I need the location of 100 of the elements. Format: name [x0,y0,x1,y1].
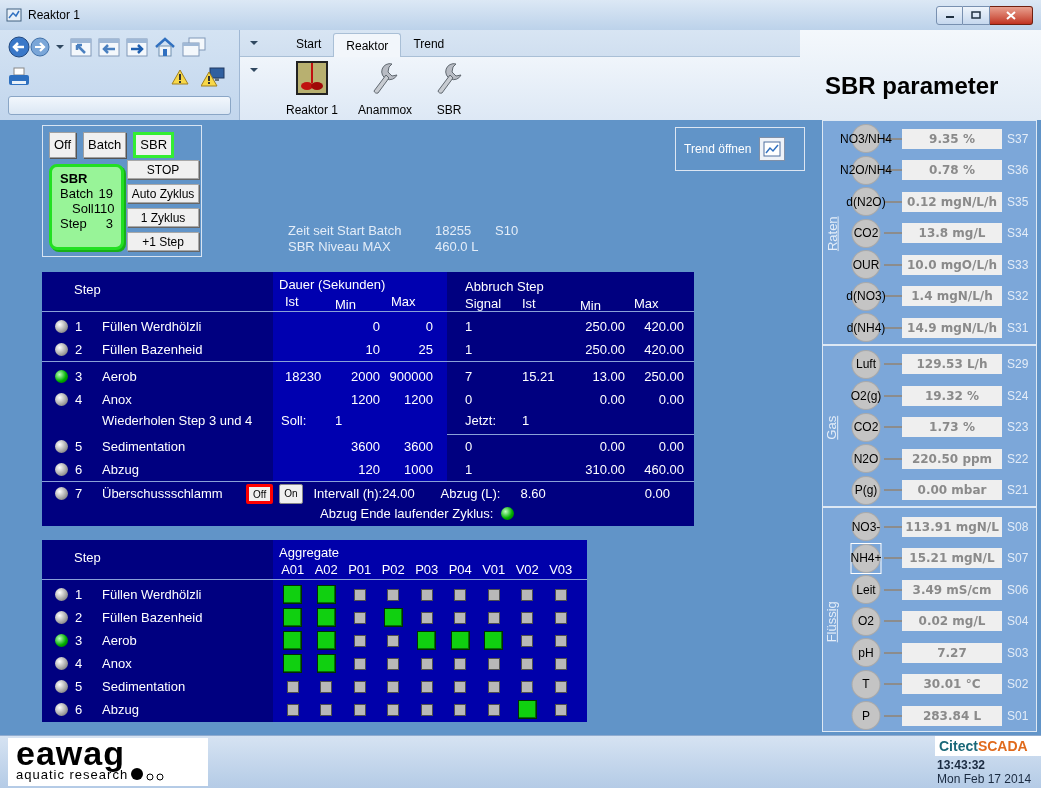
mode-button[interactable]: SBR [133,132,175,158]
home-icon[interactable] [154,37,176,57]
page-back-icon[interactable] [98,37,120,57]
sensor-tag: S33 [1007,255,1029,274]
page-forward-icon[interactable] [126,37,148,57]
mode-button[interactable]: Batch [83,132,127,158]
ribbon-button[interactable]: Anammox [354,61,417,119]
mode-button[interactable]: Off [49,132,77,158]
ribbon-tab[interactable]: Trend [401,32,457,56]
table-cell: 250.00 [585,341,625,357]
column-header: V03 [549,561,573,578]
caret-icon[interactable] [250,40,258,46]
sensor-button[interactable]: NH4+ [850,542,882,574]
sensor-button[interactable]: OUR [850,249,882,281]
sensor-tag: S07 [1007,549,1029,568]
caret-icon[interactable] [250,67,258,73]
step-name: Aerob [102,368,137,384]
step-name: Füllen Werdhölzli [102,318,202,334]
sensor-tag: S06 [1007,580,1029,599]
ribbon-button[interactable]: Reaktor 1 [282,61,343,119]
sensor-button[interactable]: pH [850,637,882,669]
note-text: Abzug Ende laufender Zyklus: [320,504,494,523]
sensor-value: 13.8 mg/L [902,223,1002,244]
warning-icon[interactable] [171,69,189,85]
step-name: Sedimentation [102,438,186,454]
sensor-button[interactable]: CO2 [850,217,882,249]
ribbon-button[interactable]: SBR [428,61,471,119]
back-icon[interactable] [8,36,30,58]
table-cell: 120 [358,461,380,477]
column-header: Max [634,296,659,311]
sensor-value: 1.4 mgN/L/h [902,286,1002,307]
connector-line [884,232,902,235]
step-number: 1 [75,317,83,336]
caret-icon[interactable] [56,44,64,50]
sensor-button[interactable]: P [850,700,882,732]
table-cell: 13.00 [592,368,625,384]
step-number: 2 [75,340,83,359]
column-header: Step [74,282,101,297]
warning-monitor-icon[interactable] [201,67,225,87]
ribbon-tab[interactable]: Start [284,32,334,56]
column-header: A02 [314,561,338,578]
switch-button[interactable]: Off [246,483,274,504]
group-label: Flüssig [823,600,841,642]
step-name: Anox [102,391,132,407]
step-number: 5 [75,437,83,456]
sensor-tag: S01 [1007,706,1029,725]
interval-text: Intervall (h):24.00 [313,485,415,501]
column-header: Max [391,294,416,309]
connector-line [884,457,902,460]
open-trend-button[interactable] [759,137,786,161]
sensor-button[interactable]: NO3/NH4 [840,123,892,155]
sensor-tag: S36 [1007,161,1029,180]
table-cell: 900000 [389,368,433,384]
control-button[interactable]: 1 Zyklus [127,208,199,227]
column-header: Dauer (Sekunden) [278,276,387,293]
column-header: V01 [482,561,506,578]
control-button[interactable]: STOP [127,160,199,179]
table-cell: 1200 [351,391,380,407]
minimize-button[interactable] [936,5,963,25]
step-number: 4 [75,654,83,673]
status-label: Soll [71,201,94,216]
status-value: 110 [93,201,115,216]
command-field[interactable] [8,96,231,115]
sensor-value: 0.02 mg/L [902,611,1002,632]
table-cell: 18230 [285,368,322,384]
sensor-tag: S31 [1007,318,1029,337]
connector-line [884,263,902,266]
table-cell: 0.00 [644,485,670,501]
control-button[interactable]: +1 Step [127,232,199,251]
printer-icon[interactable] [8,67,30,87]
sensor-button[interactable]: O2(g) [850,380,882,412]
table-cell: 0 [372,318,380,334]
table-cell: 250.00 [644,368,684,384]
sensor-button[interactable]: T [850,668,882,700]
sensor-button[interactable]: Luft [850,348,882,380]
table-cell: 25 [418,341,433,357]
maximize-button[interactable] [963,5,990,25]
table-cell: 460.00 [644,461,684,477]
column-header: P02 [381,561,405,578]
table-cell: 420.00 [644,341,684,357]
table-cell: 1200 [404,391,433,407]
page-up-icon[interactable] [70,37,92,57]
sensor-button[interactable]: N2O/NH4 [840,154,892,186]
table-cell: 1 [465,318,473,334]
step-number: 6 [75,460,83,479]
sensor-button[interactable]: O2 [850,605,882,637]
column-header: Min [335,297,356,312]
switch-button[interactable]: On [279,483,303,504]
ribbon-tab[interactable]: Reaktor [333,33,402,57]
reactor-icon [296,61,328,95]
sensor-button[interactable]: NO3- [850,511,882,543]
step-name: Abzug [102,461,139,477]
sensor-tag: S04 [1007,612,1029,631]
close-button[interactable] [990,5,1033,25]
table-cell: 0.00 [658,391,684,407]
connector-line [884,620,902,623]
control-button[interactable]: Auto Zyklus [127,184,199,203]
table-cell: 0.00 [658,438,684,454]
forward-icon[interactable] [30,37,50,57]
table-cell: 15.21 [522,368,555,384]
